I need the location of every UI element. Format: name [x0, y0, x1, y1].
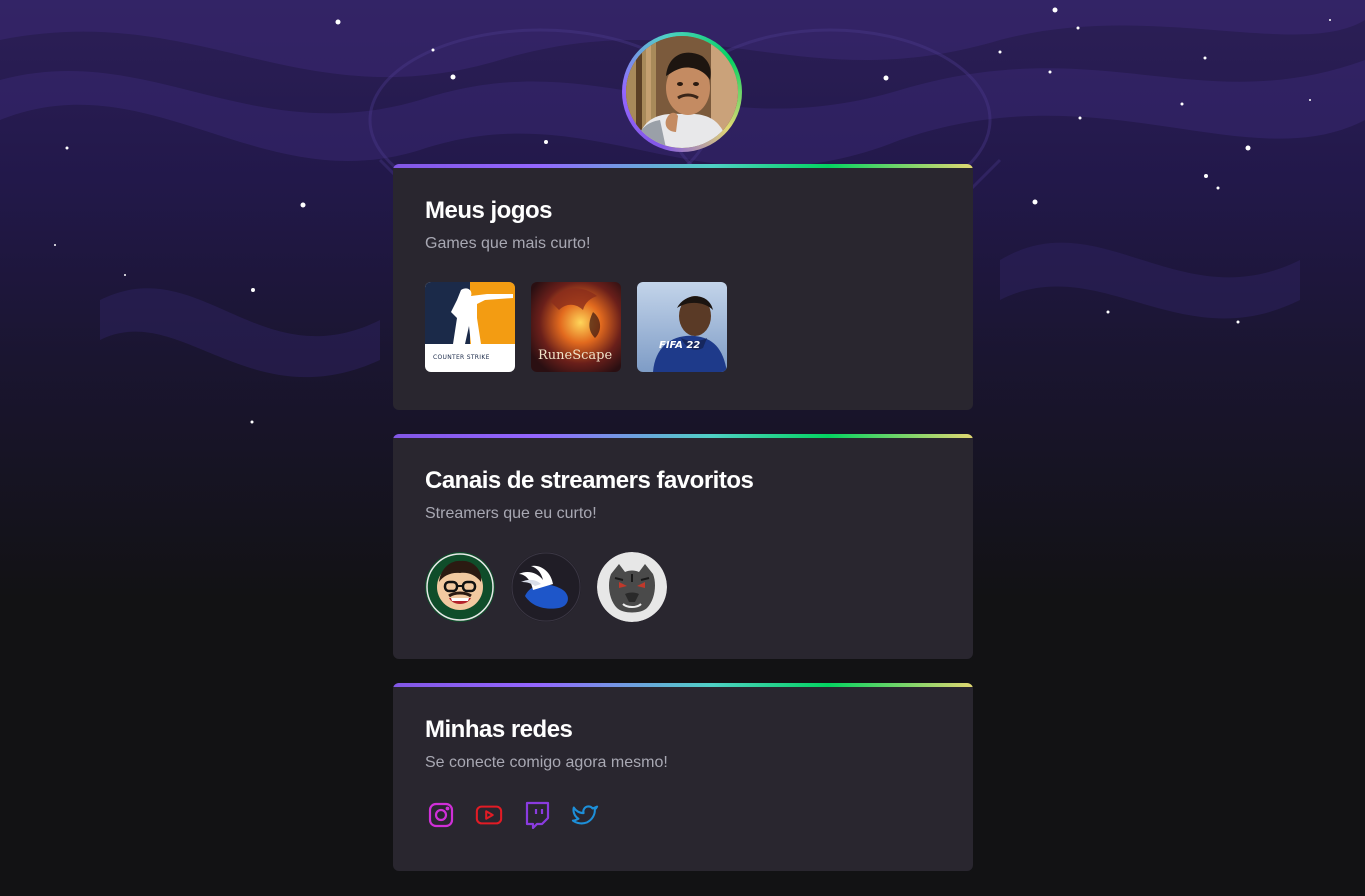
winged-helmet-icon[interactable]: [511, 552, 581, 622]
fifa-22-icon[interactable]: FIFA 22: [637, 282, 727, 372]
streamers-card: Canais de streamers favoritos Streamers …: [393, 434, 973, 659]
social-card-title: Minhas redes: [425, 716, 573, 743]
game-label: RuneScape: [538, 348, 613, 363]
games-card: Meus jogos Games que mais curto! COUNTER…: [393, 164, 973, 410]
avatar: [622, 32, 742, 152]
games-card-title: Meus jogos: [425, 197, 553, 224]
social-links: [425, 801, 941, 829]
runescape-icon[interactable]: RuneScape: [531, 282, 621, 372]
game-label: FIFA 22: [659, 340, 701, 351]
tiger-icon[interactable]: [597, 552, 667, 622]
streamers-card-title: Canais de streamers favoritos: [425, 467, 754, 494]
twitter-icon[interactable]: [571, 801, 599, 829]
streamers-card-subtitle: Streamers que eu curto!: [425, 505, 597, 522]
game-label: COUNTER STRIKE: [433, 354, 490, 361]
streamers-list: [425, 552, 941, 622]
games-list: COUNTER STRIKE RuneScape FIFA 22: [425, 282, 941, 372]
social-card: Minhas redes Se conecte comigo agora mes…: [393, 683, 973, 871]
youtube-icon[interactable]: [475, 801, 503, 829]
user-avatar-icon: [626, 36, 738, 148]
instagram-icon[interactable]: [427, 801, 455, 829]
counter-strike-icon[interactable]: COUNTER STRIKE: [425, 282, 515, 372]
twitch-icon[interactable]: [523, 801, 551, 829]
games-card-subtitle: Games que mais curto!: [425, 235, 591, 252]
casimiro-icon[interactable]: [425, 552, 495, 622]
social-card-subtitle: Se conecte comigo agora mesmo!: [425, 754, 668, 771]
